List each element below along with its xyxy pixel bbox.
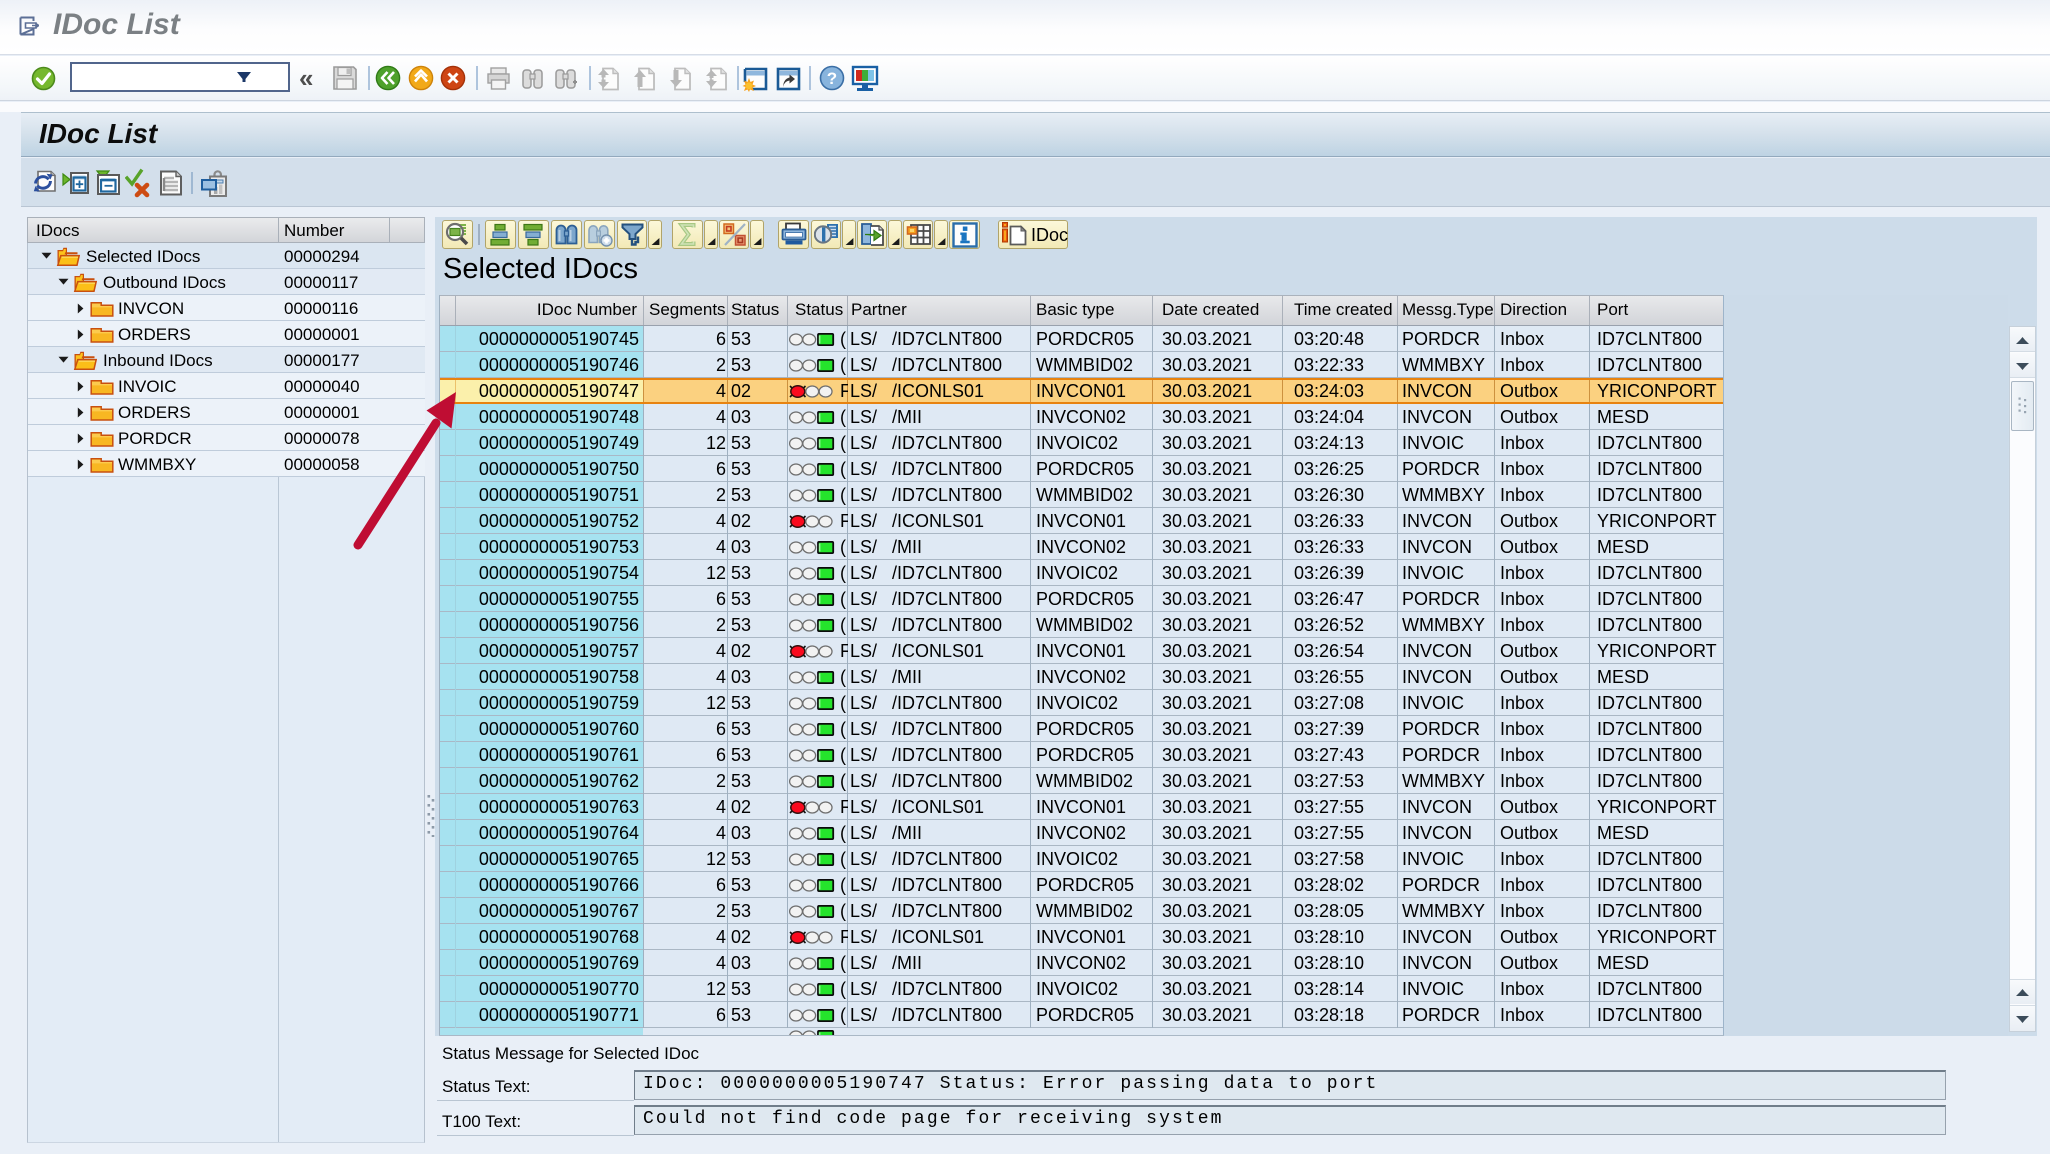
svg-text:?: ? [827,69,837,88]
